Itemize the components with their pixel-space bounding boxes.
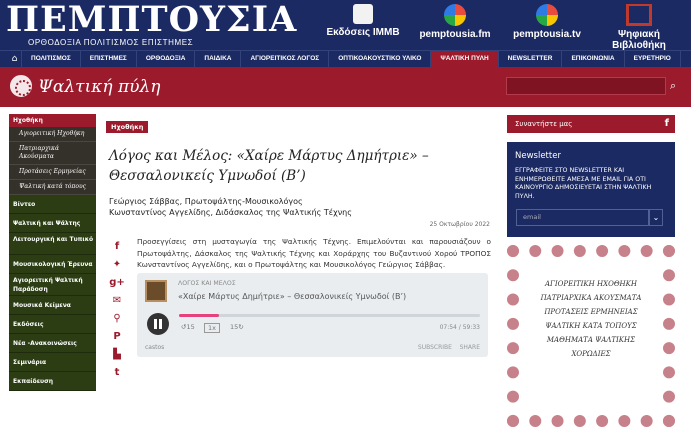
header-link-label: pemptousia.tv [513, 29, 581, 40]
time-readout: 07:54 / 59:33 [439, 324, 480, 331]
psaltiki-poster[interactable]: ΑΓΙΟΡΕΙΤΙΚΗ ΗΧΟΘΗΚΗ ΠΑΤΡΙΑΡΧΙΚΑ ΑΚΟΥΣΜΑΤ… [507, 245, 675, 427]
category-tag[interactable]: Ηχοθήκη [106, 121, 149, 133]
sidebar-item[interactable]: Εκπαίδευση [9, 372, 96, 391]
podcast-cover [145, 280, 167, 302]
forward-button[interactable]: 15↻ [230, 323, 244, 331]
library-icon [626, 4, 652, 26]
header-link-label: Εκδόσεις ΙΜΜΒ [326, 27, 400, 38]
header-link-tv[interactable]: pemptousia.tv [501, 4, 593, 51]
pinterest-icon[interactable]: P [107, 328, 127, 345]
sidebar-item-ichothiki[interactable]: Ηχοθήκη [9, 114, 96, 127]
facebook-icon[interactable]: f [665, 115, 669, 133]
podcast-player: ΛΟΓΟΣ ΚΑΙ ΜΕΛΟΣ «Χαίρε Μάρτυς Δημήτριε» … [137, 273, 488, 357]
nav-item-orthodoxy[interactable]: ΟΡΘΟΔΟΞΙΑ [137, 51, 196, 67]
poster-line: ΠΑΤΡΙΑΡΧΙΚΑ ΑΚΟΥΣΜΑΤΑ [540, 294, 642, 302]
poster-line: ΠΡΟΤΑΣΕΙΣ ΕΡΜΗΝΕΙΑΣ [544, 308, 638, 316]
follow-us-bar: Συναντήστε μας f [507, 115, 675, 133]
emblem-icon [10, 75, 32, 97]
poster-line: ΧΟΡΩΔΙΕΣ [571, 350, 611, 358]
header-link-books[interactable]: Εκδόσεις ΙΜΜΒ [317, 4, 409, 51]
main-nav: ⌂ ΠΟΛΙΤΙΣΜΟΣ ΕΠΙΣΤΗΜΕΣ ΟΡΘΟΔΟΞΙΑ ΠΑΙΔΙΚΑ… [0, 50, 691, 67]
site-tagline: ΟΡΘΟΔΟΞΙΑ ΠΟΛΙΤΙΣΜΟΣ ΕΠΙΣΤΗΜΕΣ [28, 38, 194, 47]
top-header: ΠΕΜΠΤΟΥΣΙΑ ΟΡΘΟΔΟΞΙΑ ΠΟΛΙΤΙΣΜΟΣ ΕΠΙΣΤΗΜΕ… [0, 0, 691, 51]
article-date: 25 Οκτωβρίου 2022 [429, 221, 490, 228]
newsletter-text: ΕΓΓΡΑΦΕΙΤΕ ΣΤΟ NEWSLETTER ΚΑΙ ΕΝΗΜΕΡΩΘΕΙ… [515, 167, 652, 200]
googleplus-icon[interactable]: g+ [107, 274, 127, 291]
radio-icon [444, 4, 466, 26]
tv-icon [536, 4, 558, 26]
nav-item-sciences[interactable]: ΕΠΙΣΤΗΜΕΣ [81, 51, 137, 67]
sidebar-subitem[interactable]: Αγιορειτική Ηχοθήκη [9, 127, 96, 142]
nav-item-culture[interactable]: ΠΟΛΙΤΙΣΜΟΣ [22, 51, 81, 67]
newsletter-title: Newsletter [515, 151, 561, 161]
poster-line: ΜΑΘΗΜΑΤΑ ΨΑΛΤΙΚΗΣ [546, 336, 636, 344]
sidebar-item[interactable]: Λειτουργική και Τυπικό [9, 233, 96, 255]
tumblr-icon[interactable]: t [107, 364, 127, 381]
sidebar-subitem[interactable]: Πατριαρχικά Ακούσματα [9, 142, 96, 165]
sidebar-item[interactable]: Σεμινάρια [9, 353, 96, 372]
author-line[interactable]: Κωνσταντίνος Αγγελίδης, Διδάσκαλος της Ψ… [109, 207, 498, 218]
left-sidebar: Ηχοθήκη Αγιορειτική Ηχοθήκη Πατριαρχικά … [9, 114, 96, 391]
castos-logo[interactable]: castos [145, 344, 164, 351]
podcast-episode: «Χαίρε Μάρτυς Δημήτριε» – Θεσσαλονικείς … [178, 292, 407, 301]
nav-item-psaltiki[interactable]: ΨΑΛΤΙΚΗ ΠΥΛΗ [431, 51, 499, 67]
page: ΠΕΜΠΤΟΥΣΙΑ ΟΡΘΟΔΟΞΙΑ ΠΟΛΙΤΙΣΜΟΣ ΕΠΙΣΤΗΜΕ… [0, 0, 691, 427]
share-button[interactable]: SHARE [460, 344, 480, 351]
share-bar: f ✦ g+ ✉ ⚲ P ▙ t [107, 238, 127, 382]
home-icon[interactable]: ⌂ [8, 51, 22, 67]
header-links: Εκδόσεις ΙΜΜΒ pemptousia.fm pemptousia.t… [317, 4, 685, 51]
forward-label: 15 [230, 323, 239, 331]
twitter-icon[interactable]: ✦ [107, 256, 127, 273]
nav-item-av[interactable]: ΟΠΤΙΚΟΑΚΟΥΣΤΙΚΟ ΥΛΙΚΟ [329, 51, 432, 67]
article-title: Λόγος και Μέλος: «Χαίρε Μάρτυς Δημήτριε»… [109, 148, 429, 184]
article: Ηχοθήκη Λόγος και Μέλος: «Χαίρε Μάρτυς Δ… [106, 114, 498, 228]
header-link-library[interactable]: Ψηφιακή Βιβλιοθήκη [593, 4, 685, 51]
speed-button[interactable]: 1x [204, 323, 220, 333]
pause-button[interactable] [147, 313, 169, 335]
progress-bar[interactable] [179, 314, 480, 317]
section-brand[interactable]: Ψαλτική πύλη [38, 77, 160, 97]
author-line[interactable]: Γεώργιος Σάββας, Πρωτοψάλτης-Μουσικολόγο… [109, 196, 498, 207]
nav-item-kids[interactable]: ΠΑΙΔΙΚΑ [195, 51, 242, 67]
search-input[interactable] [506, 77, 666, 95]
book-icon [353, 4, 373, 24]
sidebar-subitem[interactable]: Προτάσεις Ερμηνείας [9, 165, 96, 180]
poster-line: ΨΑΛΤΙΚΗ ΚΑΤΑ ΤΟΠΟΥΣ [545, 322, 637, 330]
progress-fill [179, 314, 220, 317]
header-link-fm[interactable]: pemptousia.fm [409, 4, 501, 51]
sidebar-item[interactable]: Βίντεο [9, 195, 96, 214]
sidebar-item[interactable]: Ψαλτική και Ψάλτης [9, 214, 96, 233]
sidebar-item[interactable]: Εκδόσεις [9, 315, 96, 334]
article-intro: Προσεγγίσεις στη μυσταγωγία της Ψαλτικής… [137, 237, 491, 269]
flipboard-icon[interactable]: ▙ [107, 346, 127, 363]
site-logo[interactable]: ΠΕΜΠΤΟΥΣΙΑ [6, 0, 297, 40]
poster-text: ΑΓΙΟΡΕΙΤΙΚΗ ΗΧΟΘΗΚΗ ΠΑΤΡΙΑΡΧΙΚΑ ΑΚΟΥΣΜΑΤ… [527, 277, 655, 361]
email-icon[interactable]: ✉ [107, 292, 127, 309]
sidebar-item[interactable]: Νέα -Ανακοινώσεις [9, 334, 96, 353]
follow-us-label: Συναντήστε μας [515, 120, 573, 128]
rewind-label: 15 [186, 323, 195, 331]
sidebar-subitem[interactable]: Ψαλτική κατά τόπους [9, 180, 96, 195]
nav-item-index[interactable]: ΕΥΡΕΤΗΡΙΟ [625, 51, 681, 67]
facebook-icon[interactable]: f [107, 238, 127, 255]
sidebar-item[interactable]: Μουσικολογική Έρευνα [9, 255, 96, 274]
header-link-label: Ψηφιακή Βιβλιοθήκη [612, 29, 666, 51]
email-field[interactable]: email [516, 209, 649, 226]
rewind-button[interactable]: ↺15 [181, 323, 195, 331]
podcast-show: ΛΟΓΟΣ ΚΑΙ ΜΕΛΟΣ [178, 280, 236, 287]
nav-item-newsletter[interactable]: NEWSLETTER [499, 51, 563, 67]
search-icon[interactable]: ⌕ [670, 79, 676, 93]
nav-item-contact[interactable]: ΕΠΙΚΟΙΝΩΝΙΑ [562, 51, 625, 67]
header-link-label: pemptousia.fm [419, 29, 491, 40]
link-icon[interactable]: ⚲ [107, 310, 127, 327]
article-authors: Γεώργιος Σάββας, Πρωτοψάλτης-Μουσικολόγο… [106, 196, 498, 218]
subscribe-button[interactable]: SUBSCRIBE [418, 344, 452, 351]
sidebar-item[interactable]: Αγιορειτική Ψαλτική Παράδοση [9, 274, 96, 296]
player-actions: SUBSCRIBE SHARE [418, 344, 480, 351]
sidebar-item[interactable]: Μουσικά Κείμενα [9, 296, 96, 315]
chevron-down-icon[interactable]: ⌄ [649, 209, 663, 226]
poster-line: ΑΓΙΟΡΕΙΤΙΚΗ ΗΧΟΘΗΚΗ [545, 280, 637, 288]
nav-item-athonite[interactable]: ΑΓΙΟΡΕΙΤΙΚΟΣ ΛΟΓΟΣ [241, 51, 330, 67]
